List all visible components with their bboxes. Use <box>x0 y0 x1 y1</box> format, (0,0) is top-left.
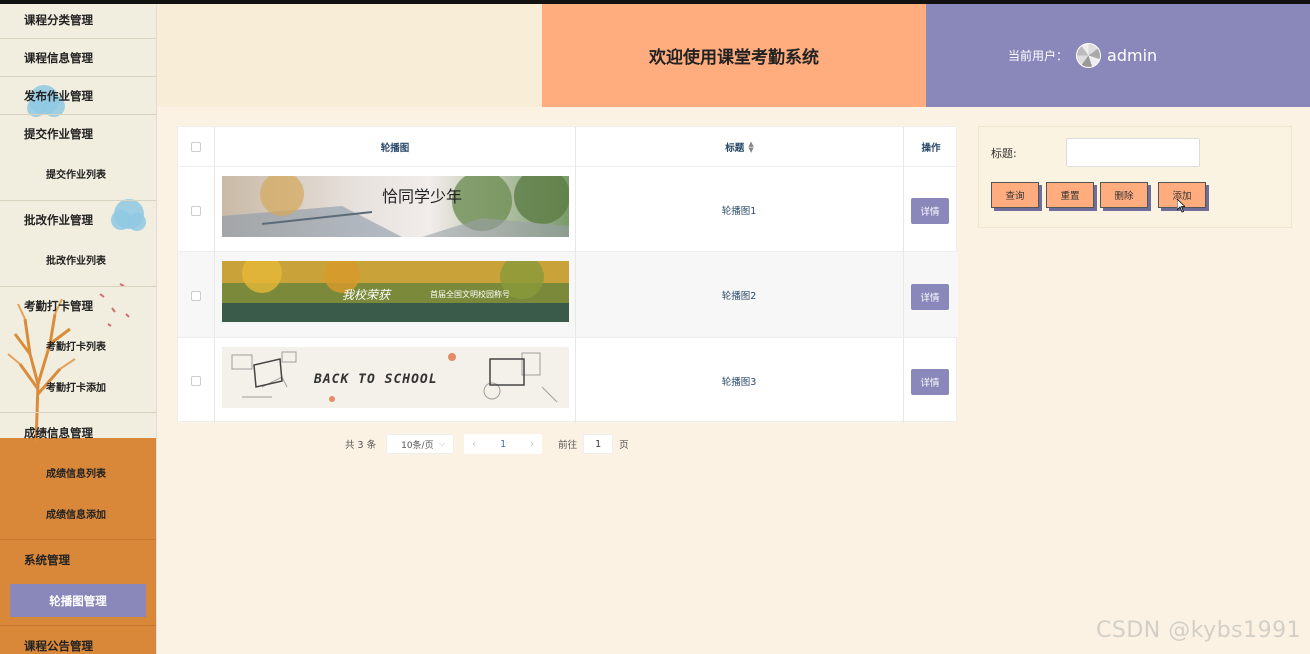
banner-table: 轮播图 标题 ▲ ▼ 操作 恰同学少年 轮播图1 详情 我校荣获 首届全国文明校… <box>177 126 958 423</box>
sort-icon[interactable]: ▲ ▼ <box>748 141 753 154</box>
page-title: 欢迎使用课堂考勤系统 <box>542 4 926 107</box>
row-checkbox[interactable] <box>191 376 201 386</box>
banner-3-text: BACK TO SCHOOL <box>313 372 438 387</box>
row-checkbox[interactable] <box>191 206 201 216</box>
row-title: 轮播图2 <box>721 290 757 302</box>
divider <box>0 539 156 540</box>
prev-page-button[interactable]: ‹ <box>464 434 485 454</box>
column-header-title[interactable]: 标题 ▲ ▼ <box>576 127 903 167</box>
sidebar-item-grade-homework[interactable]: 批改作业管理 <box>0 212 156 228</box>
banner-2-subtext: 首届全国文明校园称号 <box>430 289 510 299</box>
banner-2-text: 我校荣获 <box>342 288 392 302</box>
banner-image-2: 我校荣获 首届全国文明校园称号 <box>222 261 569 322</box>
sidebar-item-system[interactable]: 系统管理 <box>0 552 156 568</box>
sidebar-item-course-category[interactable]: 课程分类管理 <box>0 12 156 28</box>
title-search-input[interactable] <box>1066 138 1200 167</box>
user-panel: 当前用户： admin <box>926 4 1310 107</box>
row-title: 轮播图1 <box>721 205 757 217</box>
sidebar-subitem-submit-homework-list[interactable]: 提交作业列表 <box>0 169 156 183</box>
chevron-down-icon: ⌵ <box>439 439 446 448</box>
sidebar: 课程分类管理 课程信息管理 发布作业管理 提交作业管理 提交作业列表 批改作业管… <box>0 4 157 654</box>
reset-button[interactable]: 重置 <box>1046 182 1094 208</box>
detail-button[interactable]: 详情 <box>911 284 949 310</box>
title-field-label: 标题: <box>991 147 1017 160</box>
divider <box>0 200 156 201</box>
goto-label: 前往 <box>558 440 578 451</box>
sidebar-subitem-score-add[interactable]: 成绩信息添加 <box>0 509 156 523</box>
sidebar-item-attendance[interactable]: 考勤打卡管理 <box>0 298 156 314</box>
query-button[interactable]: 查询 <box>991 182 1039 208</box>
watermark: CSDN @kybs1991 <box>1096 618 1302 643</box>
divider <box>0 412 156 413</box>
select-all-checkbox[interactable] <box>191 142 201 152</box>
sidebar-item-score-info[interactable]: 成绩信息管理 <box>0 425 156 441</box>
sidebar-item-course-info[interactable]: 课程信息管理 <box>0 50 156 66</box>
column-divider <box>214 127 215 423</box>
page-size-value: 10条/页 <box>401 440 434 451</box>
sidebar-subitem-banner-management[interactable]: 轮播图管理 <box>10 584 146 617</box>
current-user-label: 当前用户： <box>1008 49 1069 63</box>
delete-button[interactable]: 删除 <box>1100 182 1148 208</box>
column-header-title-label: 标题 <box>725 143 745 154</box>
search-panel: 标题: 查询 重置 删除 添加 <box>978 126 1292 228</box>
divider <box>0 286 156 287</box>
divider <box>0 114 156 115</box>
page-suffix: 页 <box>619 440 629 451</box>
column-divider <box>903 127 904 423</box>
mouse-cursor-icon <box>1177 199 1185 213</box>
header-left <box>157 4 542 107</box>
sidebar-subitem-attendance-add[interactable]: 考勤打卡添加 <box>0 382 156 396</box>
sidebar-item-submit-homework[interactable]: 提交作业管理 <box>0 126 156 142</box>
sidebar-subitem-score-list[interactable]: 成绩信息列表 <box>0 468 156 482</box>
current-page-number[interactable]: 1 <box>484 434 523 454</box>
divider <box>0 38 156 39</box>
goto-page-input[interactable]: 1 <box>583 434 614 454</box>
divider <box>0 625 156 626</box>
column-header-banner: 轮播图 <box>380 143 410 154</box>
username[interactable]: admin <box>1107 46 1157 65</box>
divider <box>0 76 156 77</box>
row-checkbox[interactable] <box>191 291 201 301</box>
row-title: 轮播图3 <box>721 376 757 388</box>
detail-button[interactable]: 详情 <box>911 198 949 224</box>
pagination: 共 3 条 10条/页 ⌵ ‹ 1 › 前往 1 页 <box>345 434 629 454</box>
banner-1-text: 恰同学少年 <box>382 187 462 206</box>
sidebar-subitem-attendance-list[interactable]: 考勤打卡列表 <box>0 341 156 355</box>
banner-image-1: 恰同学少年 <box>222 176 569 237</box>
avatar[interactable] <box>1076 43 1102 68</box>
sidebar-item-publish-homework[interactable]: 发布作业管理 <box>0 88 156 104</box>
pagination-total: 共 3 条 <box>345 440 377 451</box>
next-page-button[interactable]: › <box>522 434 543 454</box>
column-header-action: 操作 <box>921 143 941 154</box>
sidebar-subitem-grade-homework-list[interactable]: 批改作业列表 <box>0 255 156 269</box>
page-size-select[interactable]: 10条/页 ⌵ <box>386 434 455 454</box>
banner-image-3: BACK TO SCHOOL <box>222 347 569 408</box>
detail-button[interactable]: 详情 <box>911 369 949 395</box>
sidebar-item-course-notice[interactable]: 课程公告管理 <box>0 638 156 654</box>
